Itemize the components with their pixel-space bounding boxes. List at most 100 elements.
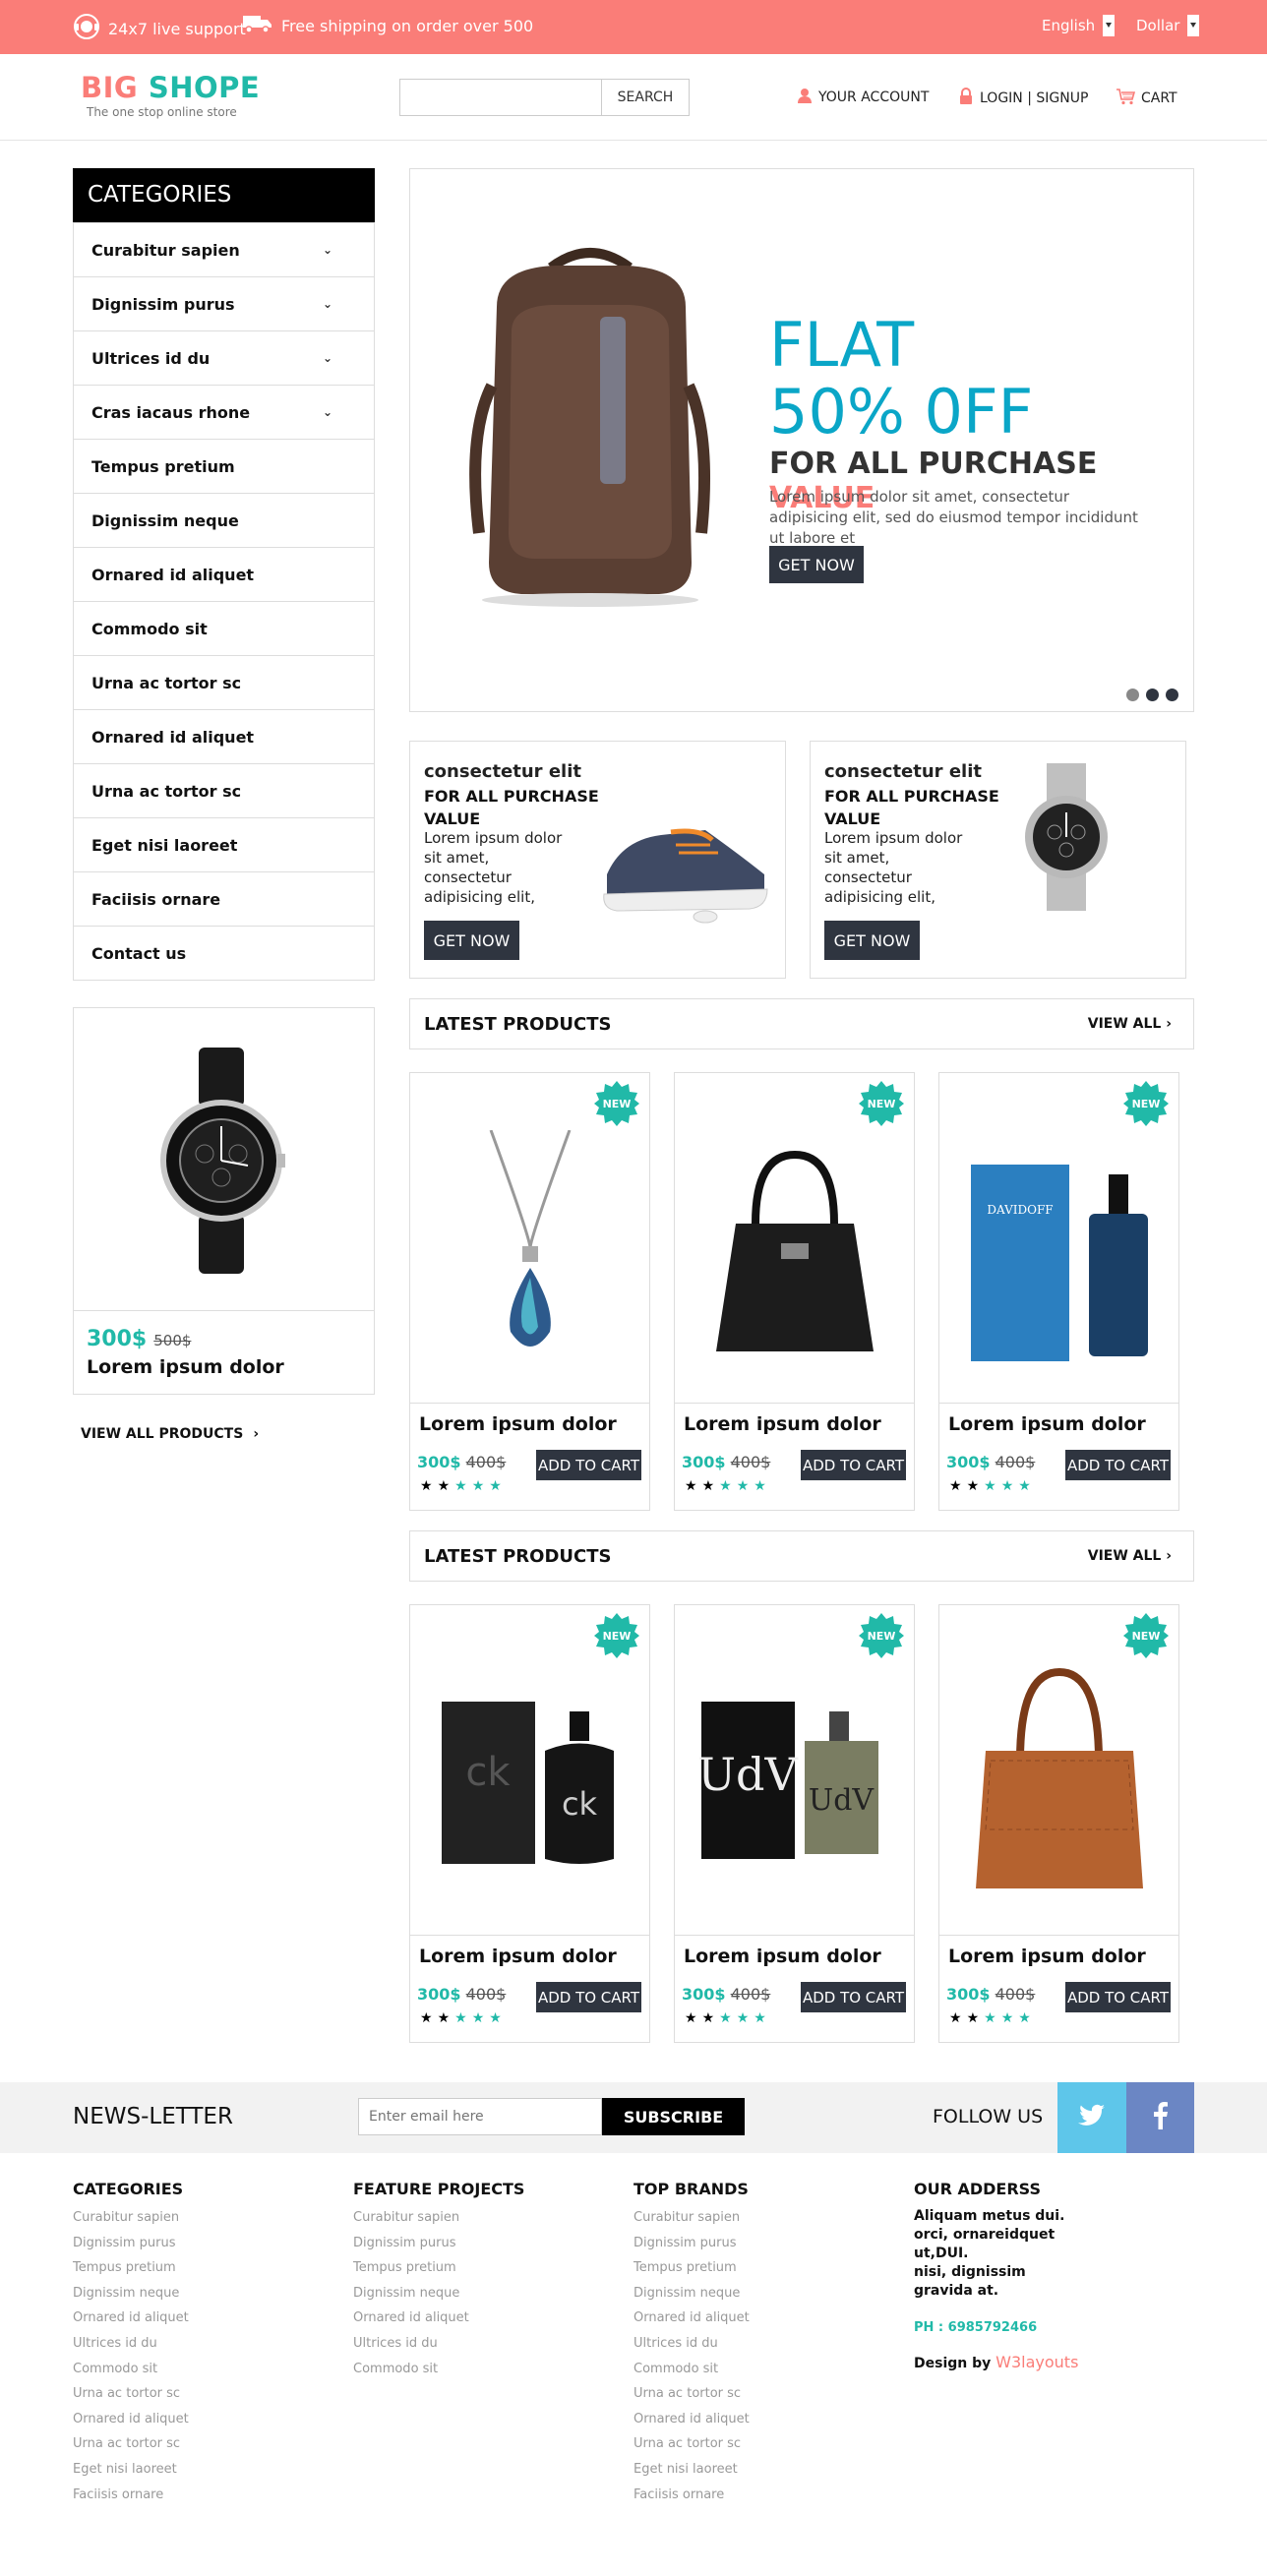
product-card[interactable]: ck ck NEW Lorem ipsum dolor 300$ 400$ ADD TO …	[409, 1604, 650, 2043]
product-name[interactable]: Lorem ipsum dolor	[948, 1946, 1146, 1967]
footer-link[interactable]: Urna ac tortor sc	[634, 2386, 750, 2412]
carousel-dot[interactable]	[1126, 689, 1139, 701]
footer-link[interactable]: Tempus pretium	[73, 2260, 189, 2286]
live-support[interactable]: 24x7 live support	[73, 13, 246, 44]
sidebar-category-item[interactable]: Ultrices id du ⌄	[74, 330, 374, 385]
footer-link[interactable]: Dignissim purus	[73, 2236, 189, 2261]
facebook-button[interactable]	[1126, 2082, 1194, 2153]
footer-link[interactable]: Tempus pretium	[353, 2260, 524, 2286]
footer-link[interactable]: Commodo sit	[353, 2362, 524, 2387]
footer-link[interactable]: Ornared id aliquet	[634, 2412, 750, 2437]
footer-link[interactable]: Curabitur sapien	[353, 2210, 524, 2236]
promo-get-now-button[interactable]: GET NOW	[824, 921, 920, 960]
add-to-cart-button[interactable]: ADD TO CART	[536, 1450, 641, 1480]
search-button[interactable]: SEARCH	[601, 79, 690, 116]
footer-link[interactable]: Faciisis ornare	[634, 2487, 750, 2513]
product-card[interactable]: NEW Lorem ipsum dolor 300$ 400$ ADD TO CART…	[938, 1604, 1179, 2043]
featured-price-row: 300$ 500$	[87, 1327, 191, 1351]
add-to-cart-button[interactable]: ADD TO CART	[801, 1982, 906, 2012]
footer-link[interactable]: Urna ac tortor sc	[73, 2386, 189, 2412]
product-card[interactable]: UdV UdV NEW Lorem ipsum dolor 300$ 400$ ADD T…	[674, 1604, 915, 2043]
sidebar-category-item[interactable]: Ornared id aliquet	[74, 547, 374, 601]
cart-link[interactable]: CART	[1116, 88, 1177, 109]
footer-link[interactable]: Commodo sit	[73, 2362, 189, 2387]
footer-link[interactable]: Ultrices id du	[353, 2336, 524, 2362]
footer-link[interactable]: Dignissim neque	[353, 2286, 524, 2311]
footer-link[interactable]: Urna ac tortor sc	[73, 2436, 189, 2462]
product-name[interactable]: Lorem ipsum dolor	[684, 1413, 881, 1435]
star-icon: ★	[489, 1478, 507, 1494]
product-name[interactable]: Lorem ipsum dolor	[684, 1946, 881, 1967]
sidebar-category-item[interactable]: Curabitur sapien ⌄	[74, 222, 374, 276]
promo-card: consectetur elit FOR ALL PURCHASE VALUE …	[810, 741, 1186, 979]
add-to-cart-button[interactable]: ADD TO CART	[536, 1982, 641, 2012]
footer-link[interactable]: Curabitur sapien	[634, 2210, 750, 2236]
featured-product[interactable]: 300$ 500$ Lorem ipsum dolor	[73, 1007, 375, 1395]
product-image-area[interactable]: NEW	[675, 1073, 914, 1404]
footer-link[interactable]: Ultrices id du	[73, 2336, 189, 2362]
sidebar-category-item[interactable]: Tempus pretium	[74, 439, 374, 493]
twitter-button[interactable]	[1057, 2082, 1126, 2153]
sidebar-category-item[interactable]: Eget nisi laoreet	[74, 817, 374, 871]
product-card[interactable]: DAVIDOFF NEW Lorem ipsum dolor 300$ 400$ ADD…	[938, 1072, 1179, 1511]
footer-link[interactable]: Ornared id aliquet	[73, 2412, 189, 2437]
footer-link[interactable]: Dignissim neque	[73, 2286, 189, 2311]
footer-link[interactable]: Ornared id aliquet	[353, 2310, 524, 2336]
view-all-products-link[interactable]: VIEW ALL PRODUCTS ›	[81, 1426, 259, 1442]
product-card[interactable]: NEW Lorem ipsum dolor 300$ 400$ ADD TO CART…	[674, 1072, 915, 1511]
footer-link[interactable]: Dignissim purus	[634, 2236, 750, 2261]
footer-link[interactable]: Dignissim purus	[353, 2236, 524, 2261]
footer-link[interactable]: Tempus pretium	[634, 2260, 750, 2286]
sidebar-category-item[interactable]: Dignissim neque	[74, 493, 374, 547]
footer-link[interactable]: Commodo sit	[634, 2362, 750, 2387]
sidebar-category-item[interactable]: Commodo sit	[74, 601, 374, 655]
product-price: 300$	[417, 1985, 461, 2004]
sidebar-category-item[interactable]: Cras iacaus rhone ⌄	[74, 385, 374, 439]
sidebar-category-item[interactable]: Contact us	[74, 926, 374, 980]
product-image-area[interactable]: ck ck NEW	[410, 1605, 649, 1936]
search-input[interactable]	[399, 79, 601, 116]
language-select[interactable]: English	[1042, 15, 1116, 36]
footer-link[interactable]: Curabitur sapien	[73, 2210, 189, 2236]
sidebar-category-item[interactable]: Faciisis ornare	[74, 871, 374, 926]
product-name[interactable]: Lorem ipsum dolor	[419, 1413, 617, 1435]
logo[interactable]: BIG SHOPE	[81, 71, 260, 104]
product-image-area[interactable]: UdV UdV NEW	[675, 1605, 914, 1936]
footer-link[interactable]: Dignissim neque	[634, 2286, 750, 2311]
promo-get-now-button[interactable]: GET NOW	[424, 921, 519, 960]
add-to-cart-button[interactable]: ADD TO CART	[1065, 1982, 1171, 2012]
login-link[interactable]: LOGIN | SIGNUP	[958, 88, 1088, 109]
designer-link[interactable]: W3layouts	[996, 2353, 1078, 2371]
footer-link[interactable]: Faciisis ornare	[73, 2487, 189, 2513]
watch-image[interactable]	[74, 1008, 374, 1311]
footer-link[interactable]: Urna ac tortor sc	[634, 2436, 750, 2462]
footer-link[interactable]: Eget nisi laoreet	[73, 2462, 189, 2487]
currency-select[interactable]: Dollar	[1136, 15, 1200, 36]
add-to-cart-button[interactable]: ADD TO CART	[801, 1450, 906, 1480]
sidebar-category-item[interactable]: Dignissim purus ⌄	[74, 276, 374, 330]
carousel-dot[interactable]	[1166, 689, 1178, 701]
view-all-link[interactable]: VIEW ALL ›	[1088, 1548, 1172, 1564]
add-to-cart-button[interactable]: ADD TO CART	[1065, 1450, 1171, 1480]
sidebar-category-item[interactable]: Urna ac tortor sc	[74, 655, 374, 709]
footer-link[interactable]: Ornared id aliquet	[634, 2310, 750, 2336]
product-image-area[interactable]: DAVIDOFF NEW	[939, 1073, 1178, 1404]
carousel-dot[interactable]	[1146, 689, 1159, 701]
product-image-area[interactable]: NEW	[939, 1605, 1178, 1936]
sidebar-category-item[interactable]: Urna ac tortor sc	[74, 763, 374, 817]
footer-link[interactable]: Eget nisi laoreet	[634, 2462, 750, 2487]
sidebar-category-item[interactable]: Ornared id aliquet	[74, 709, 374, 763]
newsletter-email-input[interactable]	[358, 2098, 602, 2135]
banner-get-now-button[interactable]: GET NOW	[769, 546, 864, 583]
footer-link[interactable]: Ultrices id du	[634, 2336, 750, 2362]
footer-link[interactable]: Ornared id aliquet	[73, 2310, 189, 2336]
product-image-area[interactable]: NEW	[410, 1073, 649, 1404]
product-name[interactable]: Lorem ipsum dolor	[419, 1946, 617, 1967]
account-link[interactable]: YOUR ACCOUNT	[797, 88, 929, 107]
featured-name[interactable]: Lorem ipsum dolor	[87, 1356, 284, 1378]
subscribe-button[interactable]: SUBSCRIBE	[602, 2098, 745, 2135]
product-card[interactable]: NEW Lorem ipsum dolor 300$ 400$ ADD TO CART…	[409, 1072, 650, 1511]
address-line: orci, ornareidquet	[914, 2227, 1056, 2243]
view-all-link[interactable]: VIEW ALL ›	[1088, 1016, 1172, 1032]
product-name[interactable]: Lorem ipsum dolor	[948, 1413, 1146, 1435]
